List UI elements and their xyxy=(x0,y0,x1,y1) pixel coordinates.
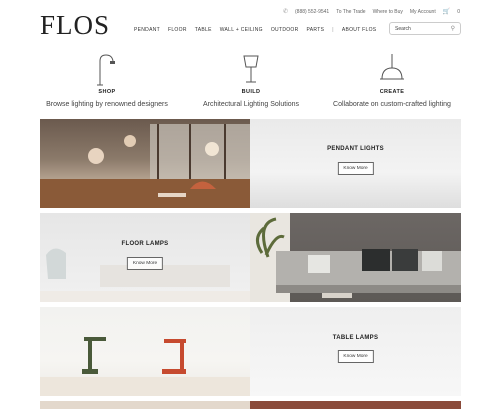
nav-table[interactable]: TABLE xyxy=(195,27,212,33)
table-lamps-tile[interactable]: TABLE LAMPS Know More xyxy=(250,307,461,396)
tile-title: FLOOR LAMPS xyxy=(121,241,169,247)
nav-separator: | xyxy=(332,27,334,33)
pendant-room-photo xyxy=(40,119,250,208)
next-row-photo xyxy=(40,401,250,409)
nav-outdoor[interactable]: OUTDOOR xyxy=(271,27,299,33)
next-row-photo xyxy=(250,401,461,409)
floor-know-more-button[interactable]: Know More xyxy=(126,257,164,270)
pendant-know-more-button[interactable]: Know More xyxy=(337,162,374,175)
nav-wall-ceiling[interactable]: WALL + CEILING xyxy=(220,27,263,33)
pendant-lamp-icon xyxy=(380,54,404,80)
floor-room-photo xyxy=(250,213,461,302)
nav-parts[interactable]: PARTS xyxy=(307,27,325,33)
table-room-photo xyxy=(40,307,250,396)
nav-floor[interactable]: FLOOR xyxy=(168,27,187,33)
phone-number[interactable]: (888) 552-9541 xyxy=(295,9,329,15)
to-the-trade-link[interactable]: To The Trade xyxy=(336,9,365,15)
table-know-more-button[interactable]: Know More xyxy=(337,350,374,363)
tile-title: TABLE LAMPS xyxy=(332,335,379,341)
search-icon[interactable]: ⚲ xyxy=(451,25,455,32)
nav-about[interactable]: ABOUT FLOS xyxy=(342,27,377,33)
where-to-buy-link[interactable]: Where to Buy xyxy=(373,9,403,15)
table-lamp-icon xyxy=(243,55,259,83)
phone-icon: ✆ xyxy=(282,9,288,15)
floor-lamps-tile[interactable]: FLOOR LAMPS Know More xyxy=(40,213,250,302)
search-input[interactable] xyxy=(395,25,447,32)
pendant-lights-tile[interactable]: PENDANT LIGHTS Know More xyxy=(250,119,461,208)
category-create[interactable]: CREATE Collaborate on custom-crafted lig… xyxy=(307,52,477,108)
utility-bar: ✆ (888) 552-9541 To The Trade Where to B… xyxy=(282,8,460,16)
floor-lamp-icon xyxy=(97,54,115,86)
cart-icon[interactable]: 🛒 xyxy=(443,8,450,15)
search-box[interactable]: ⚲ xyxy=(389,22,461,35)
main-nav: PENDANT FLOOR TABLE WALL + CEILING OUTDO… xyxy=(134,27,376,33)
my-account-link[interactable]: My Account xyxy=(410,9,436,15)
cart-count[interactable]: 0 xyxy=(457,9,460,15)
category-subtitle: Collaborate on custom-crafted lighting xyxy=(333,101,451,108)
flos-logo[interactable]: FLOS xyxy=(40,10,110,41)
nav-pendant[interactable]: PENDANT xyxy=(134,27,160,33)
tile-title: PENDANT LIGHTS xyxy=(327,146,384,152)
category-title: CREATE xyxy=(379,89,405,95)
